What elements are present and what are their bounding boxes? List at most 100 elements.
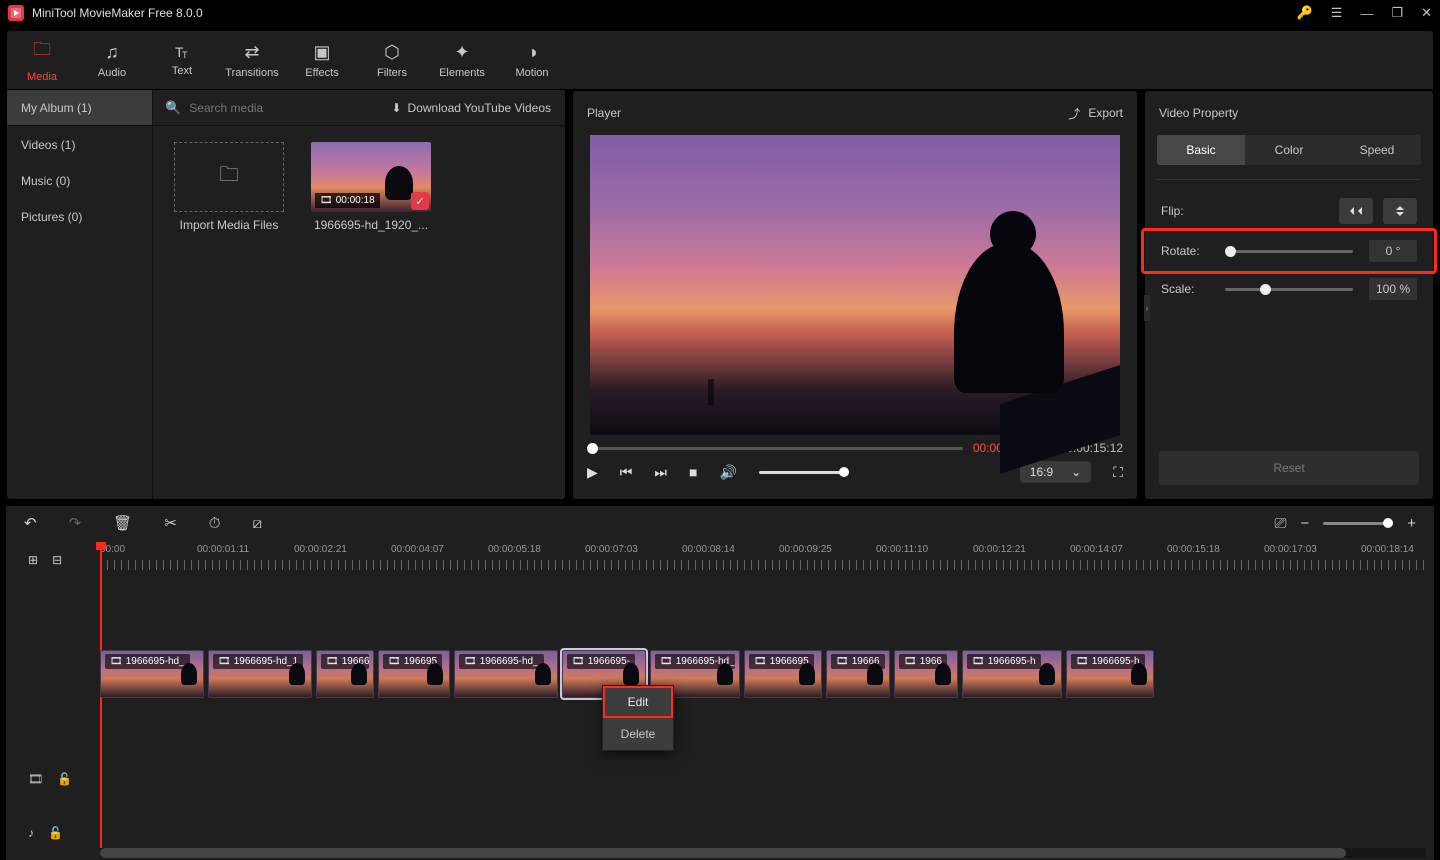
context-edit[interactable]: Edit [603, 686, 673, 718]
toolbar-filters[interactable]: ⬡Filters [357, 31, 427, 89]
split-button[interactable]: ✂ [164, 514, 177, 532]
speed-button[interactable]: ⏱ [209, 515, 221, 532]
search-bar: 🔍 [153, 90, 377, 125]
undo-button[interactable]: ↶ [24, 514, 37, 532]
redo-button[interactable]: ↷ [69, 514, 82, 532]
stack-icon: ▣ [313, 42, 330, 63]
timeline-clip[interactable]: 🎞1966 [894, 650, 958, 698]
timeline-clip[interactable]: 🎞1966695-hd_ [454, 650, 558, 698]
scale-value[interactable]: 100 % [1369, 278, 1417, 300]
zoom-in-button[interactable]: + [1407, 515, 1416, 532]
aspect-ratio-select[interactable]: 16:9 ⌄ [1020, 461, 1091, 483]
ruler-label: 00:00:07:03 [585, 544, 638, 555]
license-key-icon[interactable]: 🔑 [1297, 5, 1313, 21]
timeline-clip[interactable]: 🎞1966695-hd_1 [208, 650, 312, 698]
folder-icon: 🗀 [33, 37, 51, 67]
clip-label: 🎞1966695-hd_ [459, 654, 544, 669]
timeline-clip[interactable]: 🎞1966695-h [1066, 650, 1154, 698]
tab-basic[interactable]: Basic [1157, 135, 1245, 165]
export-icon: ⤴ [1068, 105, 1080, 122]
app-title: MiniTool MovieMaker Free 8.0.0 [32, 6, 1297, 20]
toolbar-elements[interactable]: ✦Elements [427, 31, 497, 89]
ruler-label: 00:00:18:14 [1361, 544, 1414, 555]
timeline: ⊞ ⊟ 🎞 🔓 ♪ 🔓 00:0000:00:01:1100:00:02:210… [6, 540, 1434, 860]
play-button[interactable]: ▶ [587, 464, 598, 481]
export-button[interactable]: ⤴ Export [1068, 105, 1123, 122]
reset-button[interactable]: Reset [1159, 451, 1419, 485]
timeline-clip[interactable]: 🎞1966695-h [962, 650, 1062, 698]
my-album-tab[interactable]: My Album (1) [7, 90, 153, 125]
video-lock-icon[interactable]: 🔓 [57, 772, 72, 786]
svg-text:T: T [182, 50, 188, 60]
rotate-slider[interactable] [1225, 250, 1353, 253]
import-media-card[interactable]: 🗀 Import Media Files [169, 142, 289, 232]
context-delete[interactable]: Delete [603, 718, 673, 750]
toolbar-transitions[interactable]: ⇄Transitions [217, 31, 287, 89]
prev-frame-button[interactable]: ⏮ [620, 464, 633, 481]
toolbar-audio[interactable]: ♫Audio [77, 31, 147, 89]
ruler-label: 00:00:12:21 [973, 544, 1026, 555]
timeline-scrollbar[interactable] [100, 848, 1426, 858]
player-panel: Player ⤴ Export 00:00:00:00 / 00:00:15:1… [572, 90, 1138, 500]
media-clip-card[interactable]: 🎞00:00:18 ✓ 1966695-hd_1920_... [311, 142, 431, 232]
flip-horizontal-button[interactable] [1339, 198, 1373, 224]
scale-slider[interactable] [1225, 288, 1353, 291]
toolbar-motion[interactable]: ◑Motion [497, 31, 567, 89]
fullscreen-button[interactable]: ⛶ [1113, 464, 1123, 481]
video-track[interactable]: 🎞1966695-hd_🎞1966695-hd_1🎞1966695-hd_🎞19… [100, 650, 1426, 728]
music-icon: ♫ [105, 42, 119, 63]
category-videos[interactable]: Videos (1) [21, 138, 138, 152]
flip-vertical-button[interactable] [1383, 198, 1417, 224]
crop-button[interactable]: ⧄ [252, 515, 262, 532]
menu-icon[interactable]: ☰ [1331, 5, 1343, 21]
toolbar-text[interactable]: TTText [147, 31, 217, 89]
timeline-clip[interactable]: 🎞196695 [378, 650, 450, 698]
snap-button[interactable]: ⎚ [1274, 515, 1286, 532]
audio-lock-icon[interactable]: 🔓 [48, 826, 63, 840]
rotate-row: Rotate: 0 ° [1145, 232, 1433, 270]
collapse-tracks-icon[interactable]: ⊟ [52, 553, 62, 567]
stop-button[interactable]: ■ [689, 464, 697, 480]
timeline-clip[interactable]: 🎞19666 [826, 650, 890, 698]
category-music[interactable]: Music (0) [21, 174, 138, 188]
panel-collapse-handle[interactable]: › [1144, 295, 1150, 321]
tab-speed[interactable]: Speed [1333, 135, 1421, 165]
toolbar-effects[interactable]: ▣Effects [287, 31, 357, 89]
timeline-clip[interactable]: 🎞1966695-hd_ [316, 650, 374, 698]
seek-slider[interactable] [587, 447, 963, 450]
maximize-button[interactable]: ❐ [1391, 5, 1403, 21]
rotate-value[interactable]: 0 ° [1369, 240, 1417, 262]
clip-label: 🎞1966695-h [967, 654, 1041, 669]
minimize-button[interactable]: — [1360, 6, 1373, 21]
main-toolbar: 🗀Media ♫Audio TTText ⇄Transitions ▣Effec… [6, 30, 1434, 90]
titlebar: MiniTool MovieMaker Free 8.0.0 🔑 ☰ — ❐ ✕ [0, 0, 1440, 26]
toolbar-media[interactable]: 🗀Media [7, 31, 77, 89]
zoom-out-button[interactable]: − [1300, 515, 1309, 532]
download-icon: ⬇ [391, 101, 401, 115]
album-categories: Videos (1) Music (0) Pictures (0) [7, 126, 153, 499]
zoom-slider[interactable] [1323, 522, 1393, 525]
category-pictures[interactable]: Pictures (0) [21, 210, 138, 224]
search-input[interactable] [189, 101, 365, 115]
timeline-clip[interactable]: 🎞1966695 [744, 650, 822, 698]
time-ruler[interactable]: 00:0000:00:01:1100:00:02:2100:00:04:0700… [100, 544, 1426, 574]
chevron-down-icon: ⌄ [1071, 465, 1081, 479]
film-icon: 🎞 [320, 195, 333, 206]
next-frame-button[interactable]: ⏭ [654, 464, 667, 481]
download-youtube-button[interactable]: ⬇ Download YouTube Videos [377, 90, 565, 125]
close-button[interactable]: ✕ [1421, 5, 1432, 21]
video-preview[interactable] [590, 135, 1120, 435]
shapes-icon: ⬡ [384, 42, 400, 63]
volume-icon[interactable]: 🔊 [719, 464, 736, 481]
ruler-label: 00:00:09:25 [779, 544, 832, 555]
volume-slider[interactable] [759, 471, 849, 474]
ruler-label: 00:00:15:18 [1167, 544, 1220, 555]
check-icon: ✓ [411, 192, 429, 210]
tab-color[interactable]: Color [1245, 135, 1333, 165]
delete-button[interactable]: 🗑 [113, 514, 132, 532]
fit-timeline-icon[interactable]: ⊞ [28, 553, 38, 567]
circle-icon: ◑ [527, 42, 538, 63]
ruler-label: 00:00:04:07 [391, 544, 444, 555]
player-title: Player [587, 106, 621, 120]
timeline-clip[interactable]: 🎞1966695-hd_ [100, 650, 204, 698]
